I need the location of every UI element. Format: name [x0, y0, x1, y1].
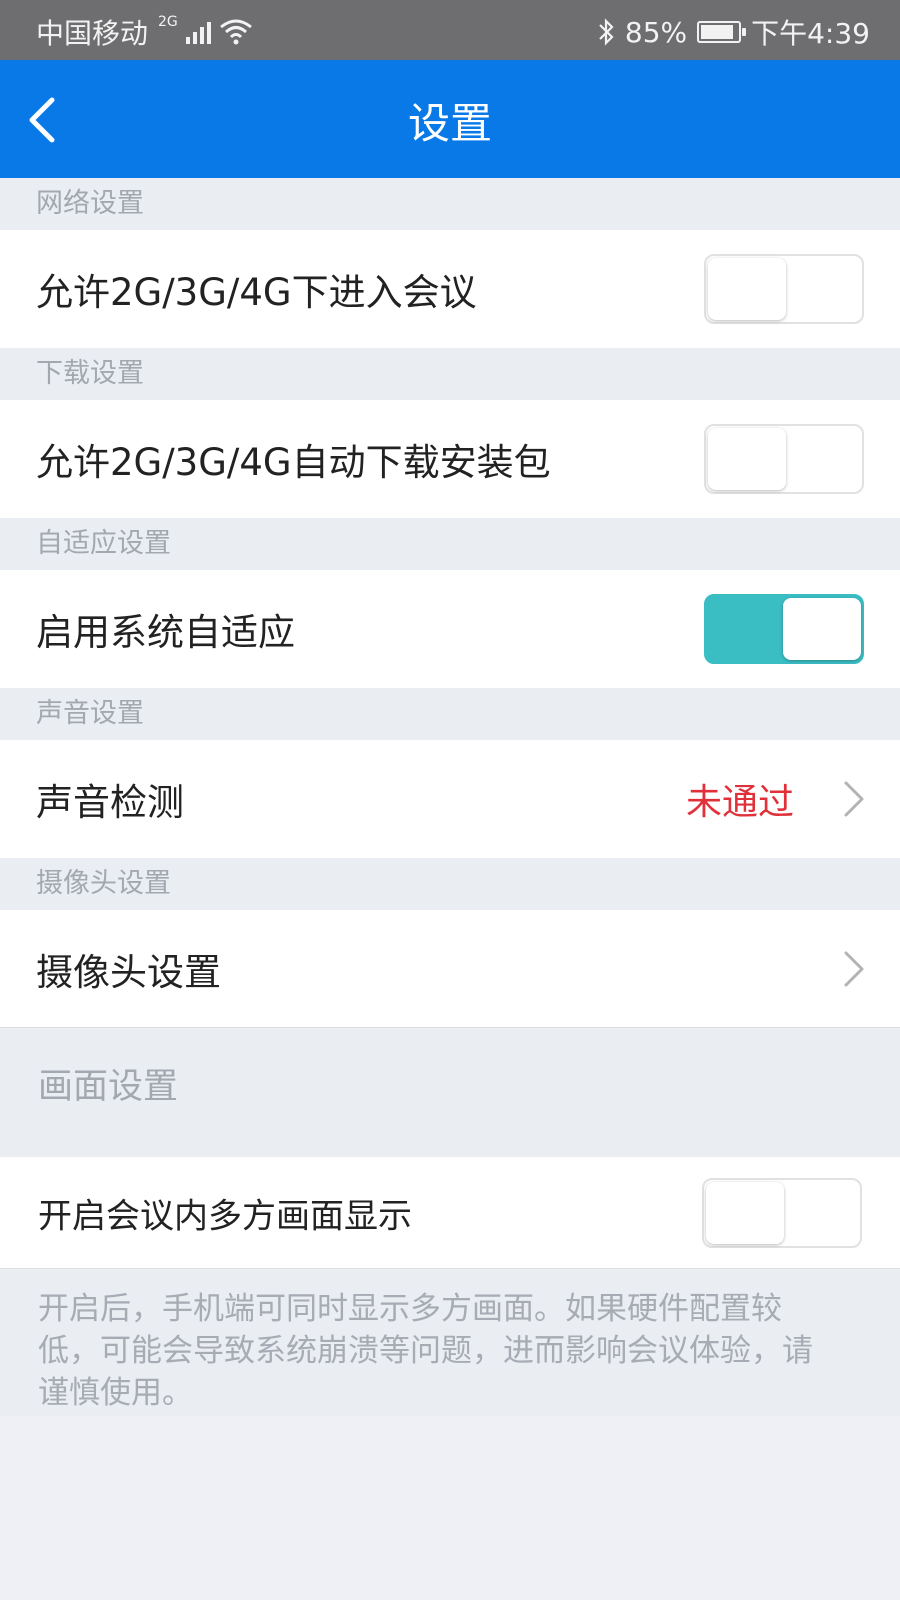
row-auto-download: 允许2G/3G/4G自动下载安装包 — [0, 400, 900, 518]
section-header-camera: 摄像头设置 — [0, 858, 900, 910]
app-header: 设置 — [0, 60, 900, 178]
row-label: 启用系统自适应 — [36, 611, 295, 654]
toggle-knob — [708, 428, 786, 490]
row-label: 开启会议内多方画面显示 — [38, 1196, 412, 1236]
section-header-display: 画面设置 — [0, 1029, 900, 1157]
bluetooth-icon — [599, 18, 614, 46]
section-header-adaptive: 自适应设置 — [0, 518, 900, 570]
toggle-knob — [706, 1181, 784, 1244]
multi-view-note: 开启后，手机端可同时显示多方画面。如果硬件配置较低，可能会导致系统崩溃等问题，进… — [0, 1270, 900, 1416]
system-adaptive-toggle[interactable] — [704, 594, 864, 664]
row-label: 允许2G/3G/4G下进入会议 — [36, 271, 477, 314]
chevron-right-icon — [844, 781, 864, 817]
battery-icon — [697, 21, 747, 43]
sound-check-status: 未通过 — [685, 782, 794, 823]
toggle-knob — [708, 258, 786, 320]
row-camera-settings[interactable]: 摄像头设置 — [0, 910, 900, 1028]
auto-download-toggle[interactable] — [704, 424, 864, 494]
battery-percent: 85% — [624, 15, 688, 49]
row-sound-check[interactable]: 声音检测 未通过 — [0, 740, 900, 858]
section-header-sound: 声音设置 — [0, 688, 900, 740]
section-header-download: 下载设置 — [0, 348, 900, 400]
status-left: 中国移动 2G — [36, 12, 253, 52]
wifi-icon — [219, 19, 252, 45]
row-label: 允许2G/3G/4G自动下载安装包 — [36, 441, 551, 484]
status-bar: 中国移动 2G 85% 下午4:39 — [0, 0, 900, 60]
clock: 下午4:39 — [751, 17, 870, 50]
toggle-knob — [783, 598, 861, 660]
status-right: 85% 下午4:39 — [597, 12, 870, 52]
row-network-meeting: 允许2G/3G/4G下进入会议 — [0, 230, 900, 348]
multi-view-toggle[interactable] — [702, 1177, 862, 1248]
signal-icon — [185, 20, 211, 44]
chevron-right-icon — [844, 951, 864, 986]
network-type: 2G — [158, 14, 178, 30]
row-label: 摄像头设置 — [36, 950, 221, 994]
row-multi-view: 开启会议内多方画面显示 — [0, 1157, 900, 1269]
network-meeting-toggle[interactable] — [704, 254, 864, 324]
page-title: 设置 — [407, 99, 492, 148]
section-header-network: 网络设置 — [0, 178, 900, 230]
row-label: 声音检测 — [36, 781, 184, 824]
carrier-name: 中国移动 — [36, 17, 149, 50]
row-system-adaptive: 启用系统自适应 — [0, 570, 900, 688]
